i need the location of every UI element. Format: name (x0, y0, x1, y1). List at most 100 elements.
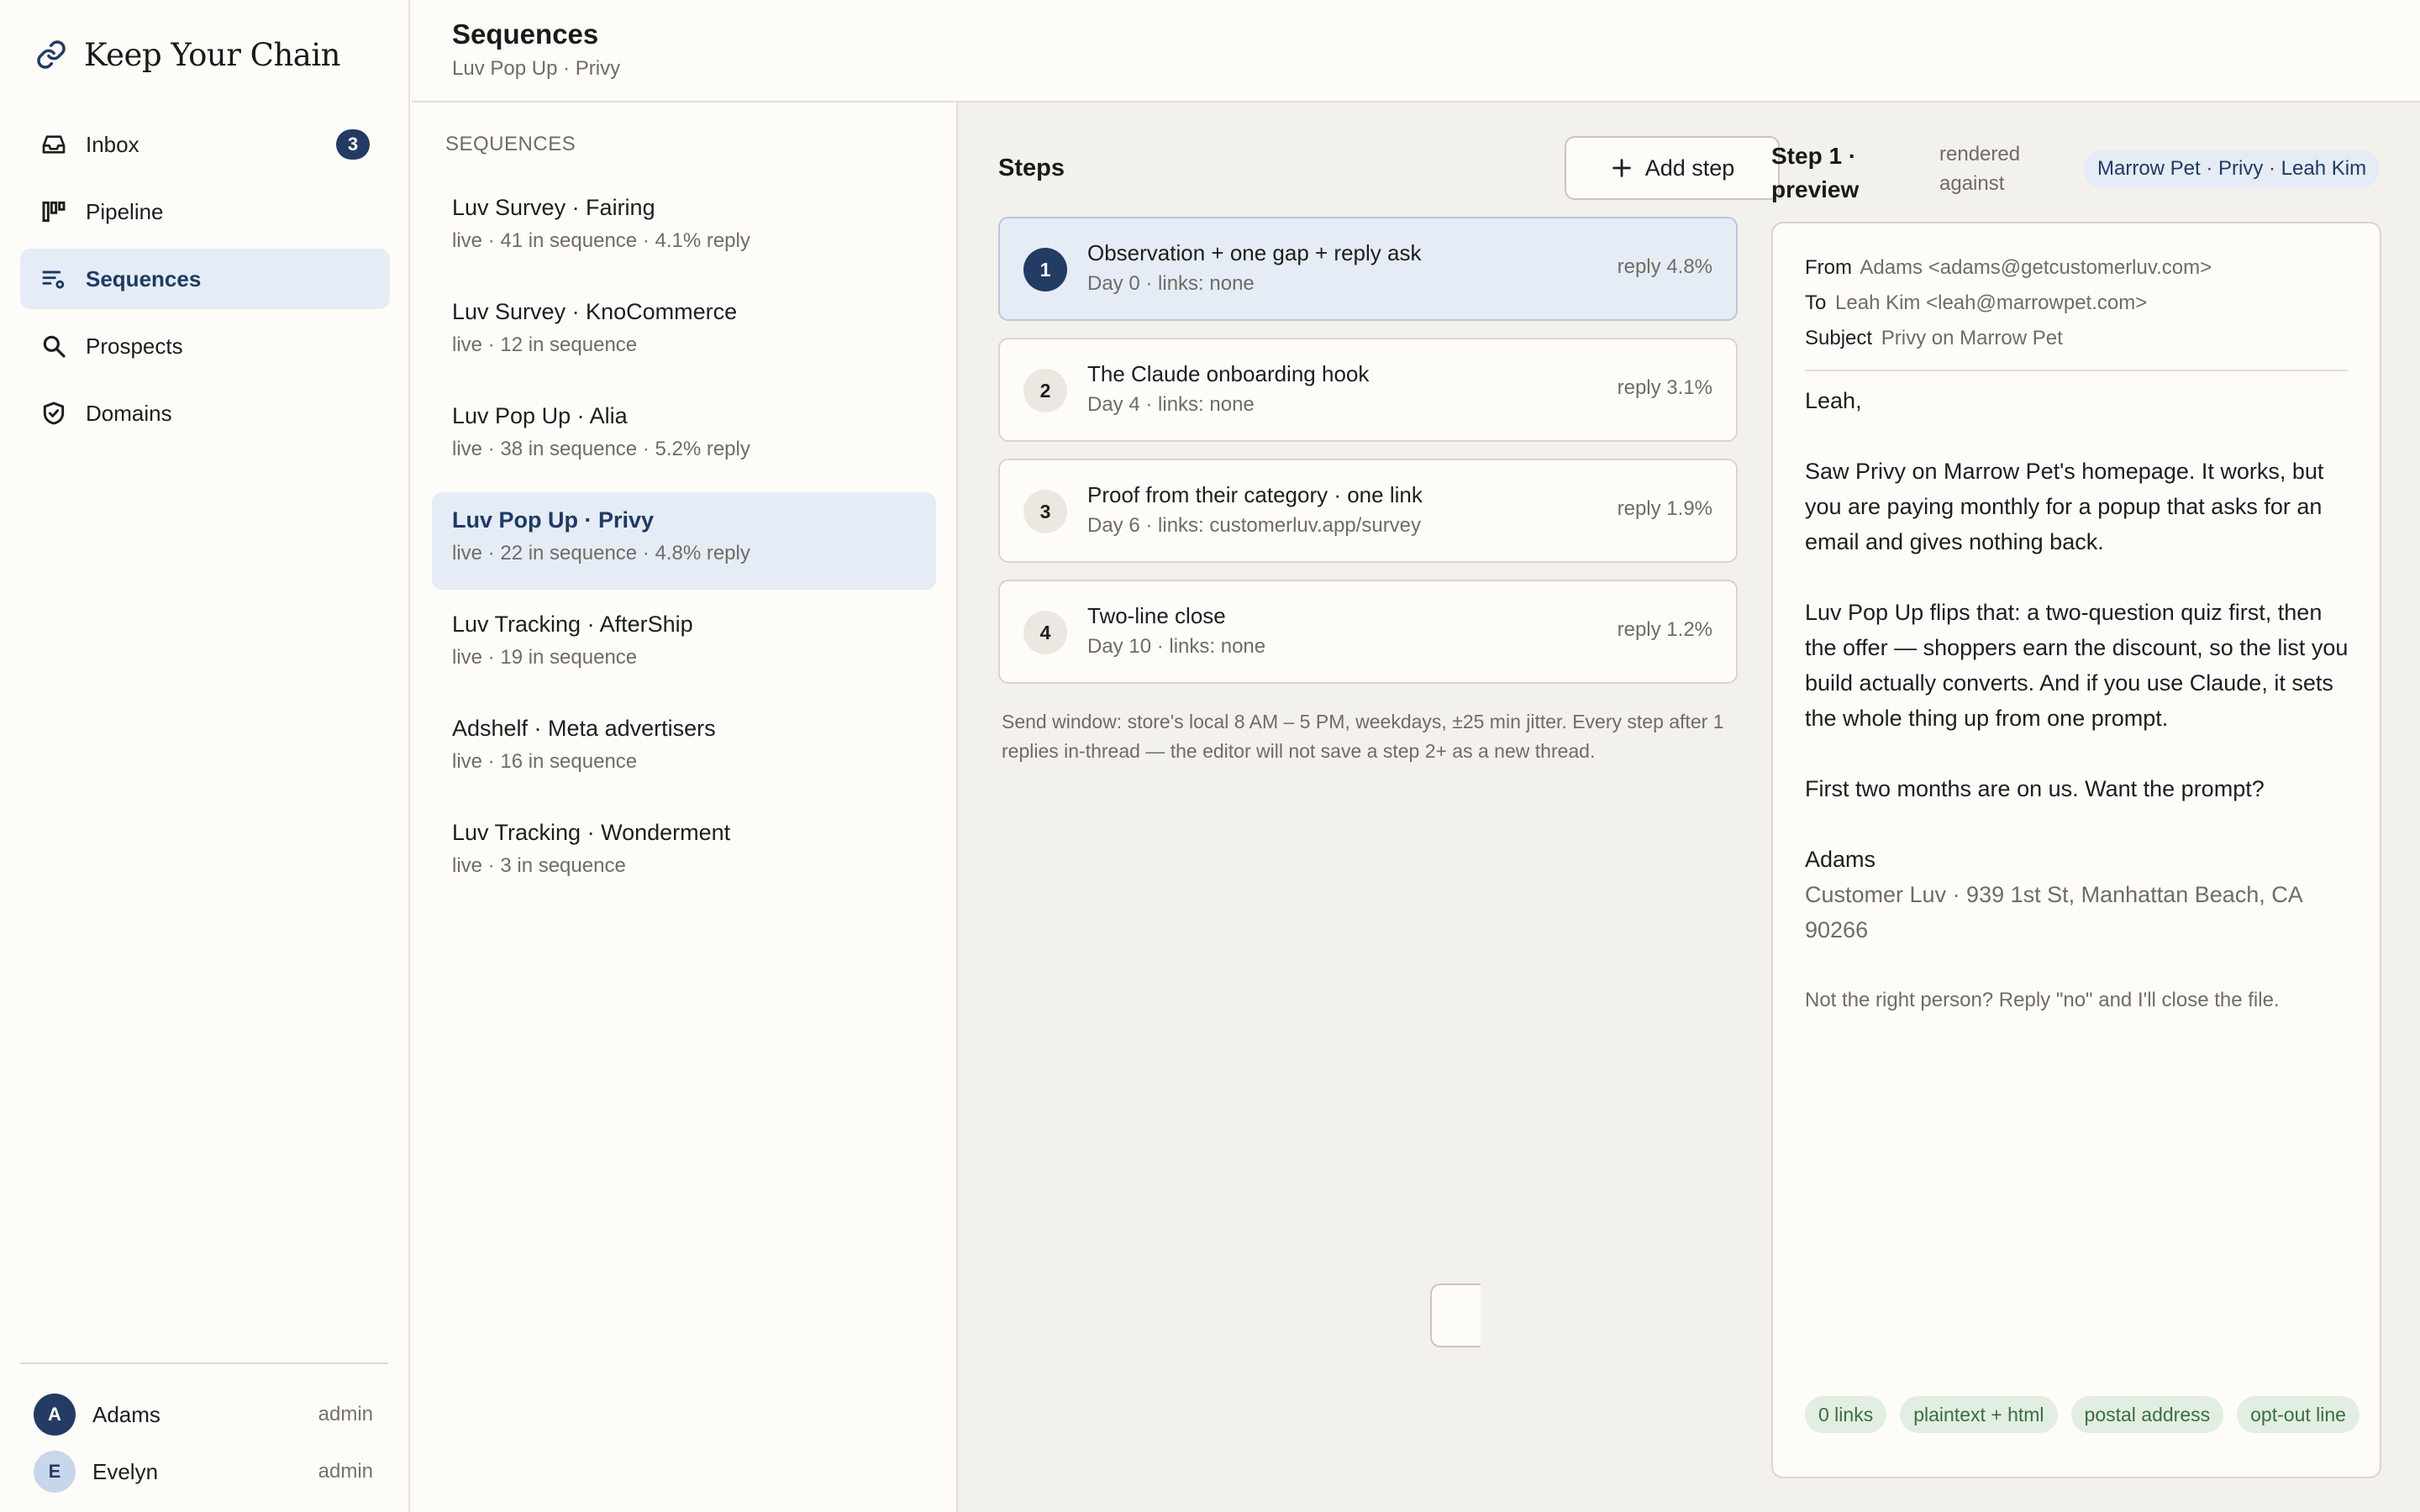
compliance-checks: 0 links plaintext + html postal address … (1805, 1396, 2360, 1433)
user-row[interactable]: E Evelyn admin (20, 1443, 388, 1500)
email-optout-line: Not the right person? Reply "no" and I'l… (1805, 989, 2280, 1011)
nav-label-pipeline: Pipeline (86, 198, 164, 224)
sequence-name: Luv Tracking · Wonderment (452, 820, 731, 845)
step-list: 1 Observation + one gap + reply ask Day … (998, 217, 1738, 701)
step-title: Proof from their category · one link (1087, 482, 1423, 507)
sequence-name: Luv Pop Up · Alia (452, 403, 628, 428)
sequence-meta: live · 12 in sequence (452, 333, 638, 356)
avatar: E (34, 1451, 76, 1493)
steps-title: Steps (998, 155, 1065, 181)
plus-icon (1612, 159, 1631, 177)
step-meta: Day 6 · links: customerluv.app/survey (1087, 514, 1422, 537)
email-signature-name: Adams (1805, 847, 1876, 872)
sequence-name: Luv Pop Up · Privy (452, 507, 655, 533)
email-from-line: From Adams <adams@getcustomerluv.com> (1805, 250, 2348, 286)
preview-against-label: rendered against (1939, 143, 2021, 195)
step-reply-rate: reply 1.9% (1617, 497, 1712, 520)
email-headers: From Adams <adams@getcustomerluv.com> To… (1805, 250, 2348, 356)
email-paragraph: First two months are on us. Want the pro… (1805, 776, 2265, 801)
user-row[interactable]: A Adams admin (20, 1386, 388, 1443)
step-card-selected[interactable]: 1 Observation + one gap + reply ask Day … (998, 217, 1738, 321)
step-number: 3 (1023, 490, 1067, 533)
step-number: 1 (1023, 248, 1067, 291)
sequence-meta: live · 3 in sequence (452, 854, 626, 877)
nav-item-prospects[interactable]: Prospects (20, 316, 390, 376)
email-to-line: To Leah Kim <leah@marrowpet.com> (1805, 286, 2348, 321)
email-preview: From Adams <adams@getcustomerluv.com> To… (1771, 222, 2381, 1478)
step-reply-rate: reply 4.8% (1617, 255, 1712, 278)
sequences-icon (42, 270, 65, 289)
preview-title: Step 1 · preview (1771, 143, 1860, 202)
nav-label-prospects: Prospects (86, 333, 183, 359)
step-reply-rate: reply 3.1% (1617, 376, 1712, 399)
sequence-item[interactable]: Adshelf · Meta advertisers live · 16 in … (432, 701, 936, 798)
user-name: Evelyn (92, 1458, 159, 1484)
add-step-button[interactable]: Add step (1565, 136, 1780, 200)
shield-check-icon (43, 402, 65, 425)
nav-item-pipeline[interactable]: Pipeline (20, 181, 390, 242)
email-paragraph: Saw Privy on Marrow Pet's homepage. It w… (1805, 459, 2324, 554)
sequence-meta: live · 38 in sequence · 5.2% reply (452, 438, 750, 460)
step-title: Two-line close (1087, 603, 1226, 628)
inbox-icon (42, 135, 66, 154)
page-title: Sequences (452, 18, 599, 50)
to-key: To (1805, 291, 1827, 314)
main-nav: Inbox 3 Pipeline Sequences Prospects Dom… (20, 114, 390, 450)
step-number: 2 (1023, 369, 1067, 412)
nav-label-inbox: Inbox (86, 131, 139, 157)
email-divider (1805, 370, 2348, 371)
sequence-meta: live · 16 in sequence (452, 750, 638, 773)
user-name: Adams (92, 1401, 160, 1427)
brand[interactable]: Keep Your Chain (35, 34, 341, 76)
sequence-item[interactable]: Luv Tracking · Wonderment live · 3 in se… (432, 805, 936, 902)
sidebar: Keep Your Chain Inbox 3 Pipeline Sequenc… (0, 0, 410, 1512)
sequence-item-selected[interactable]: Luv Pop Up · Privy live · 22 in sequence… (432, 492, 936, 590)
edit-step-button[interactable] (1430, 1284, 1481, 1347)
sequence-item[interactable]: Luv Survey · Fairing live · 41 in sequen… (432, 180, 936, 277)
pipeline-icon (42, 201, 66, 223)
sequence-item[interactable]: Luv Survey · KnoCommerce live · 12 in se… (432, 284, 936, 381)
sequence-meta: live · 19 in sequence (452, 646, 638, 669)
sequence-item[interactable]: Luv Tracking · AfterShip live · 19 in se… (432, 596, 936, 694)
sequence-meta: live · 22 in sequence · 4.8% reply (452, 542, 750, 564)
sequence-item[interactable]: Luv Pop Up · Alia live · 38 in sequence … (432, 388, 936, 486)
nav-item-inbox[interactable]: Inbox 3 (20, 114, 390, 175)
sequence-list: Luv Survey · Fairing live · 41 in sequen… (432, 180, 936, 909)
email-to: Leah Kim <leah@marrowpet.com> (1835, 291, 2148, 314)
email-body: Leah, Saw Privy on Marrow Pet's homepage… (1805, 383, 2351, 1018)
step-reply-rate: reply 1.2% (1617, 618, 1712, 641)
page-header: Sequences Luv Pop Up · Privy (412, 0, 2420, 102)
from-key: From (1805, 256, 1852, 279)
step-card[interactable]: 3 Proof from their category · one link D… (998, 459, 1738, 563)
email-paragraph: Luv Pop Up flips that: a two-question qu… (1805, 600, 2349, 731)
step-title: Observation + one gap + reply ask (1087, 240, 1422, 265)
sequence-meta: live · 41 in sequence · 4.1% reply (452, 229, 750, 252)
sequence-name: Luv Survey · Fairing (452, 195, 655, 220)
check-badge: 0 links (1805, 1396, 1887, 1433)
subject-key: Subject (1805, 327, 1873, 349)
nav-item-domains[interactable]: Domains (20, 383, 390, 444)
step-meta: Day 4 · links: none (1087, 393, 1255, 416)
add-step-label: Add step (1644, 155, 1735, 181)
avatar: A (34, 1394, 76, 1436)
email-signature-address: Customer Luv · 939 1st St, Manhattan Bea… (1805, 882, 2302, 942)
sequence-name: Luv Tracking · AfterShip (452, 612, 693, 637)
preview-prospect-chip[interactable]: Marrow Pet · Privy · Leah Kim (2084, 150, 2381, 188)
send-window-note: Send window: store's local 8 AM – 5 PM, … (1002, 711, 1724, 762)
search-icon (43, 335, 66, 358)
user-list: A Adams admin E Evelyn admin (20, 1362, 388, 1500)
email-subject-line: Subject Privy on Marrow Pet (1805, 321, 2348, 356)
user-role: admin (318, 1403, 373, 1425)
nav-label-domains: Domains (86, 400, 172, 426)
check-badge: postal address (2070, 1396, 2224, 1433)
sequence-name: Adshelf · Meta advertisers (452, 716, 716, 741)
sequence-name: Luv Survey · KnoCommerce (452, 299, 738, 324)
sequence-list-panel: SEQUENCES Luv Survey · Fairing live · 41… (412, 102, 958, 1512)
check-badge: plaintext + html (1900, 1396, 2058, 1433)
nav-item-sequences[interactable]: Sequences (20, 249, 390, 309)
step-card[interactable]: 2 The Claude onboarding hook Day 4 · lin… (998, 338, 1738, 442)
email-greeting: Leah, (1805, 388, 1862, 413)
step-number: 4 (1023, 611, 1067, 654)
chain-link-icon (37, 40, 66, 69)
step-card[interactable]: 4 Two-line close Day 10 · links: none re… (998, 580, 1738, 684)
